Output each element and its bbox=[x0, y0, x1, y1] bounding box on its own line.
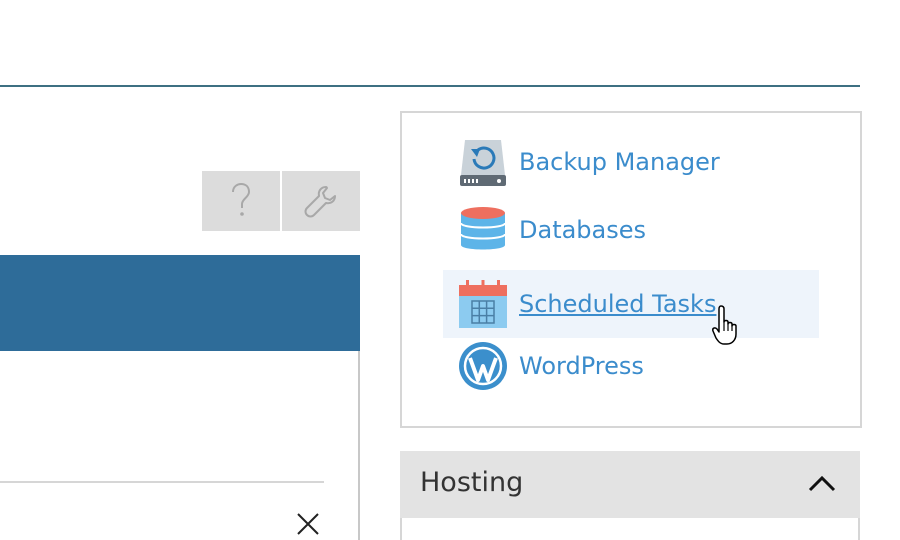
applications-list: Backup Manager Databases Scheduled Tasks… bbox=[400, 111, 862, 428]
app-item-databases[interactable]: Databases bbox=[443, 196, 819, 264]
app-label-wordpress: WordPress bbox=[519, 352, 644, 380]
app-item-wordpress[interactable]: WordPress bbox=[443, 332, 819, 400]
hosting-title: Hosting bbox=[420, 467, 524, 498]
calendar-icon bbox=[459, 280, 507, 328]
hand-pointer-icon bbox=[712, 305, 737, 345]
hosting-section-header[interactable]: Hosting bbox=[400, 451, 860, 518]
panel-divider bbox=[0, 481, 324, 483]
close-button[interactable] bbox=[294, 510, 322, 538]
app-item-backup-manager[interactable]: Backup Manager bbox=[443, 128, 819, 196]
panel-header-banner bbox=[0, 255, 360, 351]
app-item-scheduled-tasks[interactable]: Scheduled Tasks bbox=[443, 270, 819, 338]
wrench-icon bbox=[304, 186, 336, 218]
close-icon bbox=[297, 513, 319, 535]
database-icon bbox=[460, 207, 506, 250]
tools-button[interactable] bbox=[282, 171, 360, 231]
app-label-backup-manager: Backup Manager bbox=[519, 148, 720, 176]
backup-drive-icon bbox=[460, 140, 506, 186]
hosting-section-body bbox=[400, 518, 860, 540]
page: Backup Manager Databases Scheduled Tasks… bbox=[0, 0, 900, 540]
question-mark-icon bbox=[232, 183, 251, 216]
help-button[interactable] bbox=[202, 171, 280, 231]
wordpress-icon bbox=[459, 342, 507, 390]
chevron-up-icon[interactable] bbox=[804, 469, 840, 499]
header-divider bbox=[0, 85, 860, 87]
app-label-scheduled-tasks: Scheduled Tasks bbox=[519, 290, 717, 318]
app-label-databases: Databases bbox=[519, 216, 647, 244]
